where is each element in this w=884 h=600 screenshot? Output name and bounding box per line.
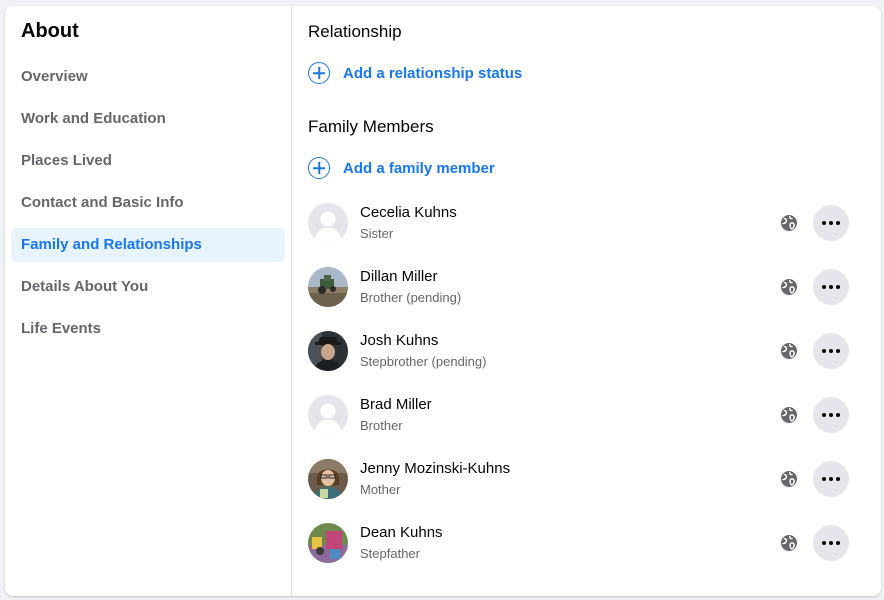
globe-icon [781,535,797,551]
member-relation: Stepbrother (pending) [360,354,487,369]
add-relationship-status-button[interactable]: Add a relationship status [308,60,522,86]
more-options-button[interactable] [813,397,849,433]
plus-circle-icon [308,157,330,179]
add-relationship-label: Add a relationship status [343,64,523,82]
more-dots-icon [822,541,840,545]
globe-icon [781,215,797,231]
member-relation: Mother [360,482,401,497]
more-dots-icon [822,349,840,353]
member-name[interactable]: Josh Kuhns [360,332,438,349]
more-dots-icon [822,221,840,225]
globe-icon [781,471,797,487]
member-relation: Sister [360,226,394,241]
add-family-member-label: Add a family member [343,159,495,177]
more-options-button[interactable] [813,461,849,497]
nav-item-family-relationships[interactable]: Family and Relationships [11,228,285,262]
avatar[interactable] [308,331,348,371]
more-options-button[interactable] [813,525,849,561]
family-member-row: Cecelia Kuhns Sister [308,203,854,243]
relationship-heading: Relationship [308,22,402,41]
family-relationships-panel: Relationship Add a relationship status F… [292,6,881,596]
family-member-row: Josh Kuhns Stepbrother (pending) [308,331,854,371]
nav-item-overview[interactable]: Overview [11,60,285,94]
add-family-member-button[interactable]: Add a family member [308,155,495,181]
family-member-row: Dillan Miller Brother (pending) [308,267,854,307]
more-dots-icon [822,477,840,481]
nav-item-life-events[interactable]: Life Events [11,312,285,346]
more-dots-icon [822,413,840,417]
nav-item-work-education[interactable]: Work and Education [11,102,285,136]
member-relation: Stepfather [360,546,420,561]
family-member-row: Jenny Mozinski-Kuhns Mother [308,459,854,499]
about-card: About Overview Work and Education Places… [5,6,881,596]
avatar[interactable] [308,395,348,435]
member-name[interactable]: Dean Kuhns [360,524,443,541]
more-options-button[interactable] [813,269,849,305]
plus-circle-icon [308,62,330,84]
avatar[interactable] [308,203,348,243]
nav-item-details-about-you[interactable]: Details About You [11,270,285,304]
avatar[interactable] [308,459,348,499]
more-dots-icon [822,285,840,289]
member-name[interactable]: Cecelia Kuhns [360,204,457,221]
avatar[interactable] [308,523,348,563]
globe-icon [781,279,797,295]
member-relation: Brother (pending) [360,290,462,305]
member-relation: Brother [360,418,403,433]
member-name[interactable]: Brad Miller [360,396,432,413]
nav-item-contact-info[interactable]: Contact and Basic Info [11,186,285,220]
globe-icon [781,407,797,423]
about-sidebar: About Overview Work and Education Places… [5,6,292,596]
nav-item-places-lived[interactable]: Places Lived [11,144,285,178]
more-options-button[interactable] [813,333,849,369]
member-name[interactable]: Dillan Miller [360,268,438,285]
member-name[interactable]: Jenny Mozinski-Kuhns [360,460,510,477]
more-options-button[interactable] [813,205,849,241]
family-member-row: Brad Miller Brother [308,395,854,435]
avatar[interactable] [308,267,348,307]
globe-icon [781,343,797,359]
sidebar-title: About [21,20,79,42]
family-member-row: Dean Kuhns Stepfather [308,523,854,563]
family-members-heading: Family Members [308,117,434,136]
